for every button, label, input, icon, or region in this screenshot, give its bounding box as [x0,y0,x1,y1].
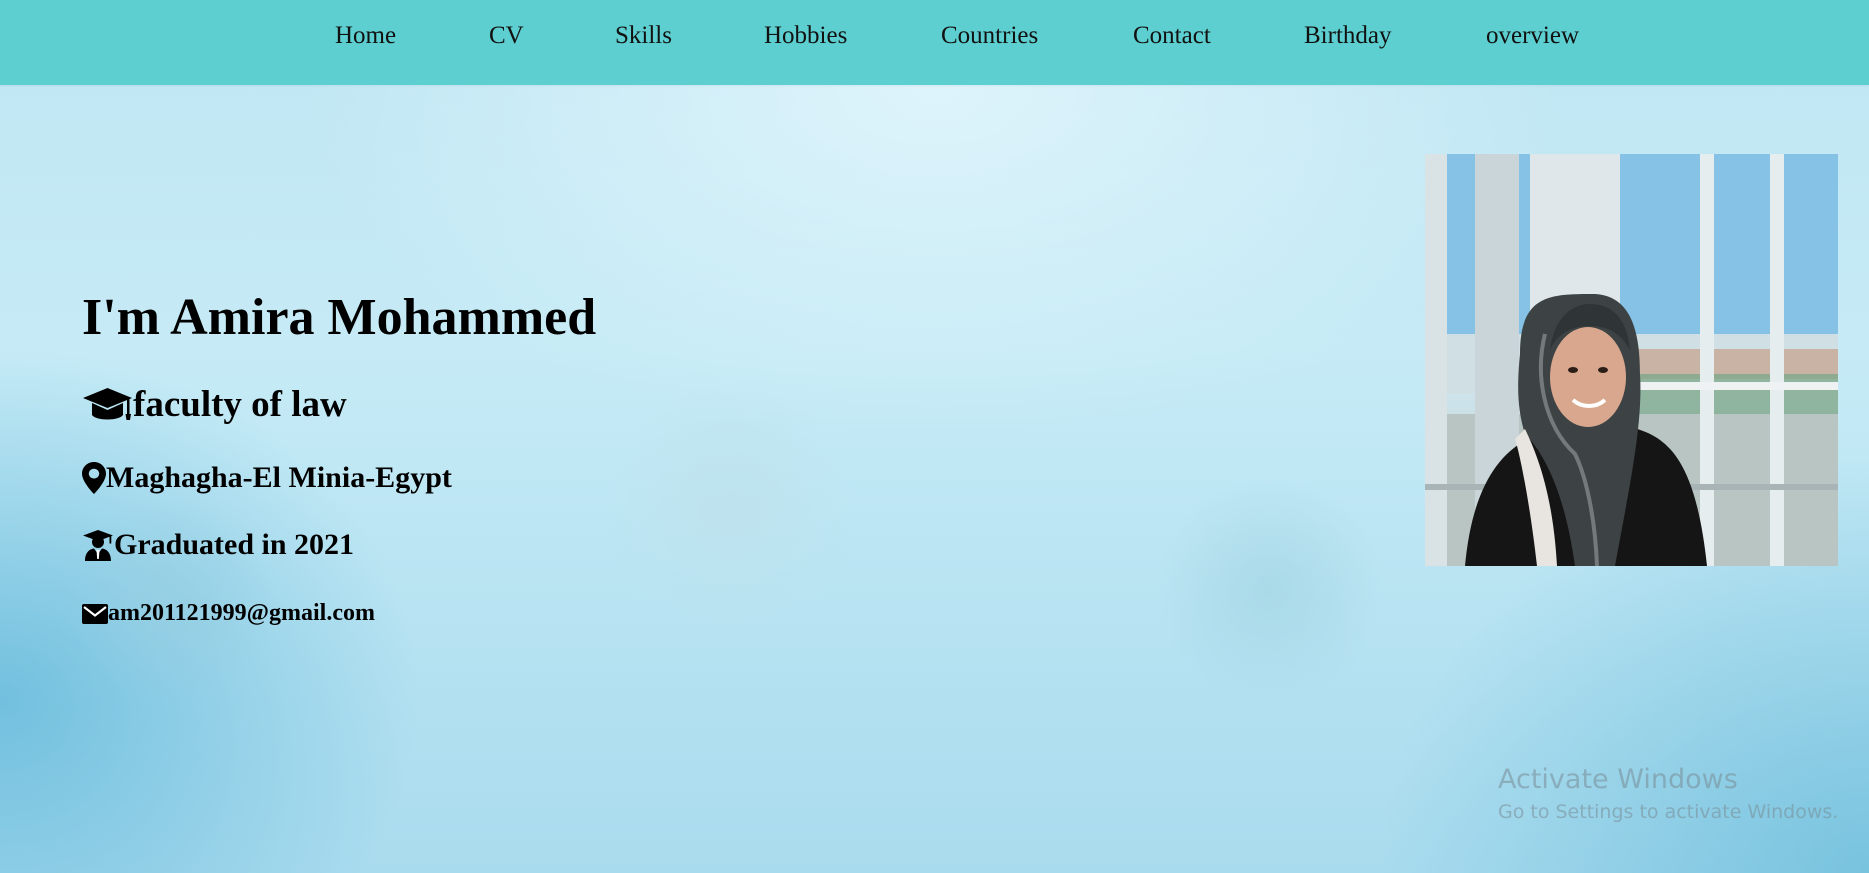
nav-overview[interactable]: overview [1486,18,1579,54]
email-text[interactable]: am201121999@gmail.com [108,600,375,627]
top-navbar: Home CV Skills Hobbies Countries Contact… [0,0,1869,85]
nav-hobbies[interactable]: Hobbies [764,18,847,54]
envelope-icon [82,603,108,624]
graduation-line: Graduated in 2021 [82,528,354,562]
background-glow [1150,480,1390,700]
profile-title: I'm Amira Mohammed [82,289,597,346]
profile-intro: I'm Amira Mohammed faculty of law Maghag… [82,285,597,626]
profile-photo [1425,154,1838,566]
nav-countries[interactable]: Countries [941,18,1038,54]
nav-skills[interactable]: Skills [615,18,672,54]
windows-activation-watermark: Activate Windows Go to Settings to activ… [1498,763,1838,827]
map-marker-icon [82,462,106,494]
background-glow [600,380,860,640]
nav-birthday[interactable]: Birthday [1304,18,1392,54]
nav-contact[interactable]: Contact [1133,18,1211,54]
watermark-subtitle: Go to Settings to activate Windows. [1498,801,1839,823]
nav-cv[interactable]: CV [489,18,524,54]
email-line[interactable]: am201121999@gmail.com [82,600,375,627]
graduation-text: Graduated in 2021 [114,528,355,561]
faculty-text: faculty of law [133,384,347,425]
watermark-title: Activate Windows [1498,764,1738,795]
user-graduate-icon [82,529,114,561]
nav-home[interactable]: Home [335,18,396,54]
location-text: Maghagha-El Minia-Egypt [106,461,452,494]
location-line: Maghagha-El Minia-Egypt [82,461,452,495]
graduation-cap-icon [82,386,133,424]
faculty-line: faculty of law [82,383,347,426]
